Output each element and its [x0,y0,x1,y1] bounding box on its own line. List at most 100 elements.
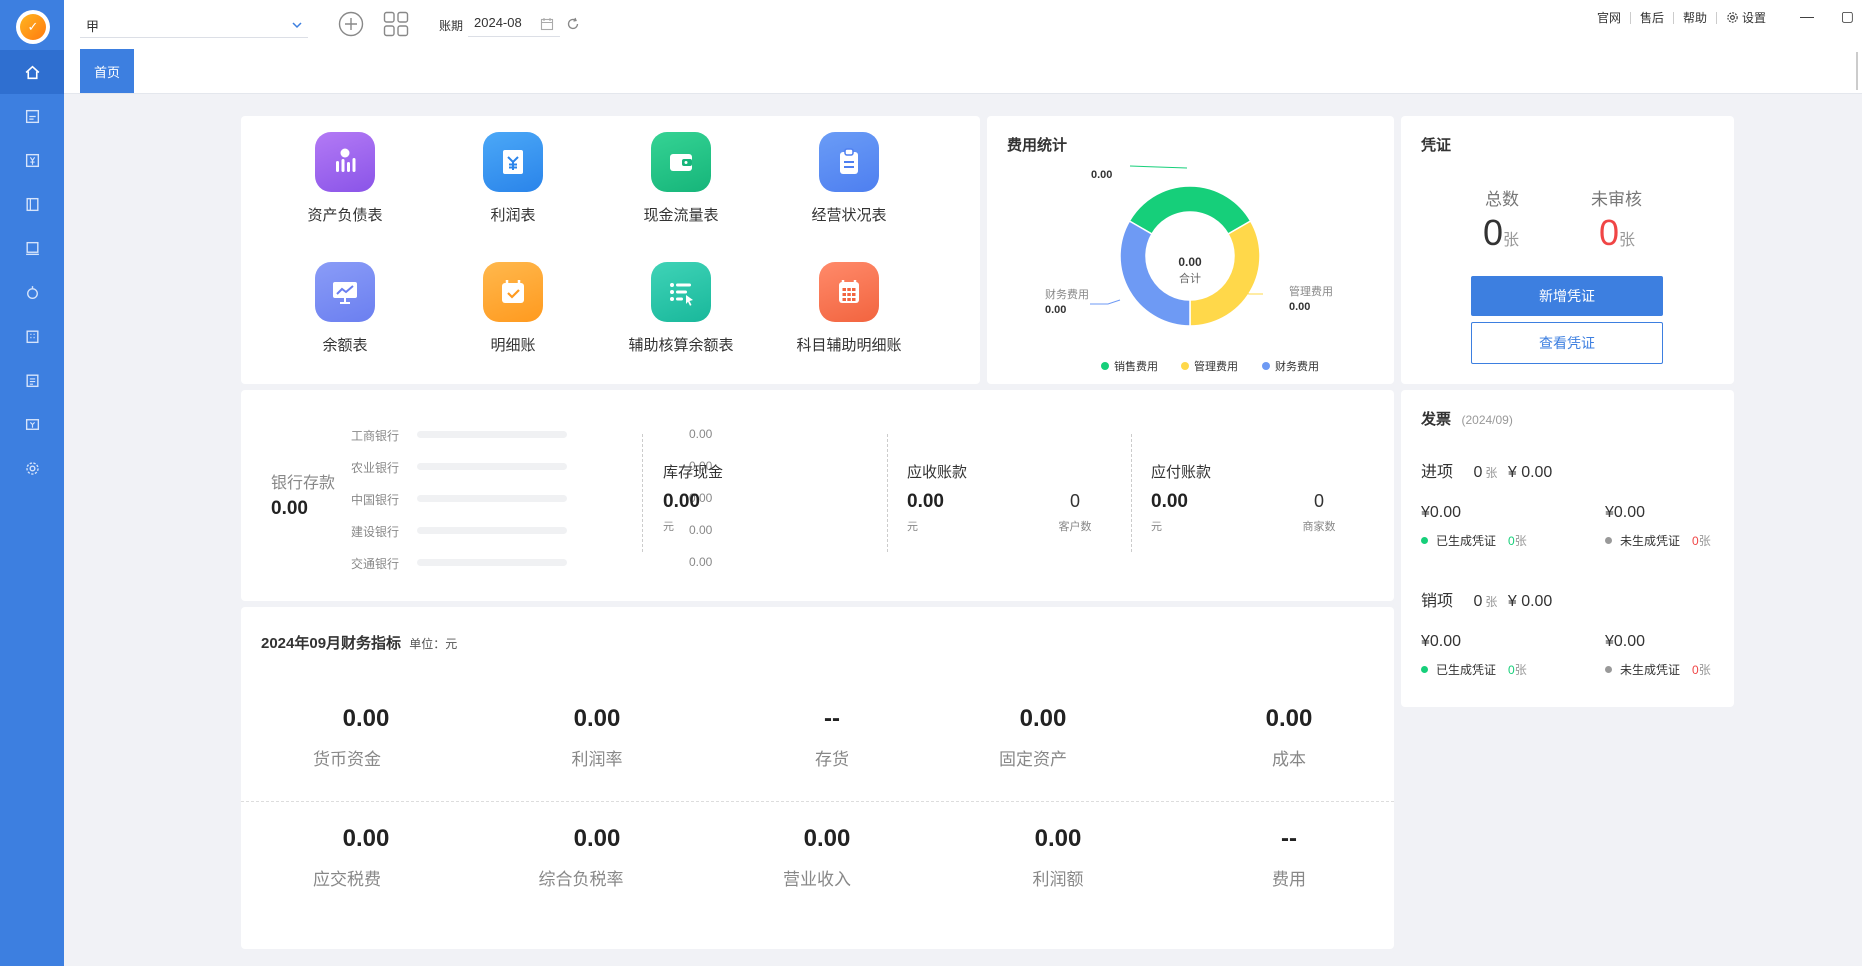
indicator-item[interactable]: 0.00 成本 [1179,705,1399,770]
invoice-title: 发票 (2024/09) [1421,408,1513,429]
link-settings[interactable]: 设置 [1726,9,1766,26]
merchant-count: 0 [1313,491,1324,511]
report-aux-detail[interactable]: 科目辅助明细账 [779,262,919,355]
nav-ledger[interactable] [0,182,64,226]
bank-progress-bar [417,495,567,502]
add-circle-icon[interactable] [338,11,364,37]
report-label: 现金流量表 [643,207,719,224]
report-label: 经营状况表 [811,207,887,224]
nav-tax[interactable] [0,402,64,446]
indicator-item[interactable]: 0.00 利润率 [487,705,707,770]
nav-assets[interactable] [0,270,64,314]
link-after-sales[interactable]: 售后 [1640,9,1664,26]
output-not-generated-status[interactable]: 未生成凭证 0张 [1605,661,1711,678]
report-balance-sheet[interactable]: 资产负债表 [275,132,415,225]
tab-home[interactable]: 首页 [80,49,134,93]
tax-icon [25,418,39,430]
output-generated-status[interactable]: 已生成凭证 0张 [1421,661,1527,678]
indicator-item[interactable]: 0.00 综合负税率 [487,825,707,890]
link-help[interactable]: 帮助 [1683,9,1707,26]
input-invoice-summary[interactable]: 进项 0张 ¥ 0.00 [1421,458,1552,482]
input-label: 进项 [1421,464,1454,481]
output-count: 0 [1473,593,1483,610]
top-bar: 甲 账期 2024-08 官网 售后 帮助 设置 — ▢ [64,0,1862,48]
output-invoice-summary[interactable]: 销项 0张 ¥ 0.00 [1421,587,1552,611]
unit: 张 [1514,534,1527,548]
report-icon-bg [651,262,711,322]
indicators-title-text: 2024年09月财务指标 [261,635,402,652]
status-dot [1421,537,1428,544]
home-icon [25,65,39,79]
report-cash-flow[interactable]: 现金流量表 [611,132,751,225]
nav-home[interactable] [0,50,64,94]
divider [887,434,888,552]
voucher-title: 凭证 [1421,137,1452,154]
bank-amount: 0.00 [689,555,713,569]
voucher-total[interactable]: 0张 [1483,212,1519,254]
view-voucher-button[interactable]: 查看凭证 [1471,322,1663,364]
nav-reports[interactable] [0,226,64,270]
indicator-item[interactable]: 0.00 货币资金 [256,705,476,770]
donut-segment-销售费用[interactable] [1128,185,1252,236]
indicator-item[interactable]: 0.00 固定资产 [948,705,1168,770]
indicator-item[interactable]: -- 费用 [1179,825,1399,890]
report-trial-balance[interactable]: 余额表 [275,262,415,355]
gear-icon [25,461,39,475]
report-icon-bg [651,132,711,192]
funds-card: 银行存款 0.00 工商银行 0.00 农业银行 0.00 中国银行 0.00 … [241,390,1394,601]
indicator-value: 0.00 [573,705,621,732]
unit: 张 [1698,663,1711,677]
link-official-site[interactable]: 官网 [1597,9,1621,26]
minimize-button[interactable]: — [1800,8,1814,24]
report-icon-bg [483,132,543,192]
input-generated-status[interactable]: 已生成凭证 0张 [1421,532,1527,549]
period-label: 账期 [439,19,464,33]
report-label: 明细账 [490,337,536,354]
indicator-value: 0.00 [803,825,851,852]
clipboard-icon [840,148,858,174]
refresh-icon[interactable] [566,17,580,31]
report-detail-ledger[interactable]: 明细账 [443,262,583,355]
grid-icon[interactable] [383,11,409,37]
report-icon-bg [315,132,375,192]
report-operating-status[interactable]: 经营状况表 [779,132,919,225]
voucher-unreviewed[interactable]: 0张 [1599,212,1635,254]
report-aux-balance[interactable]: 辅助核算余额表 [611,262,751,355]
indicator-item[interactable]: 0.00 应交税费 [256,825,476,890]
maximize-button[interactable]: ▢ [1841,8,1854,25]
legend-label[interactable]: 管理费用 [1194,359,1238,373]
nav-settings[interactable] [0,446,64,490]
report-label: 利润表 [490,207,536,224]
bank-name: 交通银行 [351,557,400,571]
not-generated-count: 0 [1692,662,1699,677]
indicator-item[interactable]: 0.00 利润额 [948,825,1168,890]
divider [1715,11,1717,24]
legend-label[interactable]: 财务费用 [1275,359,1319,373]
row-divider [241,801,1394,802]
bank-amount: 0.00 [689,523,713,537]
input-not-generated-status[interactable]: 未生成凭证 0张 [1605,532,1711,549]
bank-name: 中国银行 [351,493,400,507]
unit: 张 [1485,466,1498,480]
bar-chart-icon [336,148,356,172]
company-name: 甲 [86,19,100,34]
nav-salary[interactable] [0,358,64,402]
legend-swatch [1101,362,1109,370]
nav-invoice[interactable] [0,314,64,358]
bank-progress-bar [417,559,567,566]
indicator-item[interactable]: 0.00 营业收入 [717,825,937,890]
divider [1672,11,1674,24]
input-count: 0 [1473,464,1483,481]
app-logo: ✓ [16,10,50,44]
period-picker[interactable]: 2024-08 [468,11,560,37]
report-income-statement[interactable]: 利润表 [443,132,583,225]
legend-label[interactable]: 销售费用 [1114,359,1158,373]
indicator-label: 货币资金 [313,750,381,769]
nav-finance[interactable] [0,138,64,182]
divider [1131,434,1132,552]
nav-voucher[interactable] [0,94,64,138]
report-label: 余额表 [322,337,368,354]
company-select[interactable]: 甲 [80,12,308,38]
generated-label: 已生成凭证 [1436,663,1497,677]
new-voucher-button[interactable]: 新增凭证 [1471,276,1663,316]
